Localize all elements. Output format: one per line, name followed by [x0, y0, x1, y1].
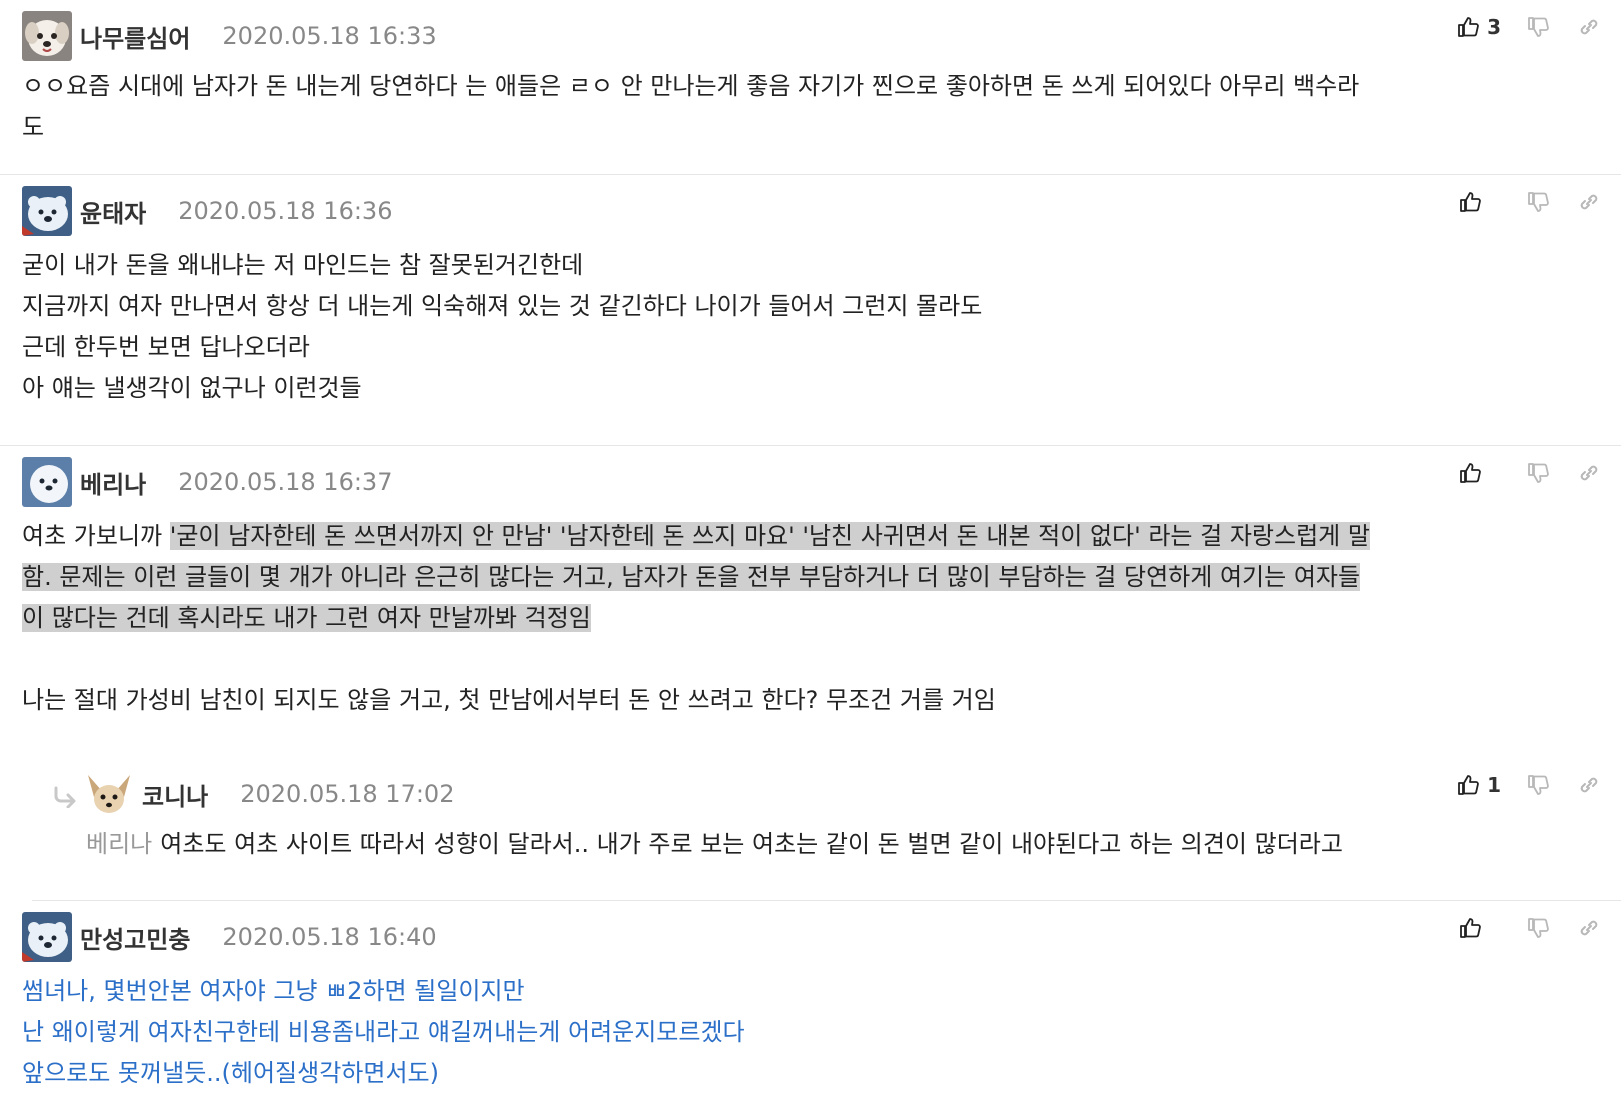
link-icon	[1580, 465, 1598, 481]
comment-line: 지금까지 여자 만나면서 항상 더 내는게 익숙해져 있는 것 같긴하다 나이가…	[22, 292, 983, 320]
comment: 만성고민충 2020.05.18 16:40 썸녀나, 몇번안본 여자야 그냥 …	[0, 901, 1621, 1111]
polar-bear-avatar-icon	[22, 912, 72, 962]
polar-bear-avatar-icon	[22, 186, 72, 236]
thumbs-up-icon	[1460, 463, 1481, 483]
like-button[interactable]	[1459, 916, 1501, 940]
dislike-button[interactable]	[1527, 773, 1551, 797]
reply-arrow-icon	[52, 786, 78, 812]
thumbs-up-icon	[1460, 192, 1481, 212]
comment-header: 나무를심어 2020.05.18 16:33	[22, 10, 437, 62]
link-button[interactable]	[1577, 461, 1601, 485]
thumbs-down-icon	[1528, 17, 1549, 37]
dislike-button[interactable]	[1527, 15, 1551, 39]
comment-body: 썸녀나, 몇번안본 여자야 그냥 ㅃ2하면 될일이지만 난 왜이렇게 여자친구한…	[22, 971, 1601, 1094]
comment-body: 굳이 내가 돈을 왜내냐는 저 마인드는 참 잘못된거긴한데 지금까지 여자 만…	[22, 245, 1601, 409]
mention-tag[interactable]: 베리나	[86, 830, 152, 858]
comment-header: 코니나 2020.05.18 17:02	[84, 768, 454, 820]
chihuahua-avatar-icon	[84, 769, 134, 819]
comment: 베리나 2020.05.18 16:37 여초 가보니까 '굳이 남자한테 돈 …	[0, 446, 1621, 758]
highlighted-text: 함. 문제는 이런 글들이 몇 개가 아니라 은근히 많다는 거고, 남자가 돈…	[22, 563, 1361, 591]
dislike-button[interactable]	[1527, 916, 1551, 940]
author-name[interactable]: 베리나	[80, 465, 146, 500]
comment-line: 썸녀나, 몇번안본 여자야 그냥 ㅃ2하면 될일이지만	[22, 977, 525, 1005]
comment-thread: 나무를심어 2020.05.18 16:33 3 ㅇㅇ요즘 시대에 남자가 돈 …	[0, 0, 1621, 1111]
reply-text: 여초도 여초 사이트 따라서 성향이 달라서.. 내가 주로 보는 여초는 같이…	[160, 830, 1343, 858]
comment-line: 앞으로도 못꺼낼듯..(헤어질생각하면서도)	[22, 1059, 439, 1087]
avatar[interactable]	[22, 186, 72, 236]
thumbs-down-icon	[1528, 463, 1549, 483]
thumbs-down-icon	[1528, 192, 1549, 212]
avatar[interactable]	[84, 769, 134, 819]
comment-header: 만성고민충 2020.05.18 16:40	[22, 911, 437, 963]
comment-line: 아 얘는 낼생각이 없구나 이런것들	[22, 374, 362, 402]
link-button[interactable]	[1577, 15, 1601, 39]
comment-body: 베리나 여초도 여초 사이트 따라서 성향이 달라서.. 내가 주로 보는 여초는…	[86, 824, 1601, 865]
dislike-button[interactable]	[1527, 461, 1551, 485]
avatar[interactable]	[22, 457, 72, 507]
author-name[interactable]: 윤태자	[80, 194, 146, 229]
thumbs-up-icon	[1458, 775, 1479, 795]
comment: 나무를심어 2020.05.18 16:33 3 ㅇㅇ요즘 시대에 남자가 돈 …	[0, 0, 1621, 175]
comment-line: 이 많다는 건데 혹시라도 내가 그런 여자 만날까봐 걱정임	[22, 598, 1601, 639]
comment-date: 2020.05.18 16:36	[178, 197, 393, 225]
thumbs-down-icon	[1528, 918, 1549, 938]
comment-actions	[1433, 913, 1601, 943]
comment-line: 난 왜이렇게 여자친구한테 비용좀내라고 얘길꺼내는게 어려운지모르겠다	[22, 1018, 745, 1046]
comment-body: ㅇㅇ요즘 시대에 남자가 돈 내는게 당연하다 는 애들은 ㄹㅇ 안 만나는게 …	[22, 66, 1601, 148]
comment-line: 근데 한두번 보면 답나오더라	[22, 333, 310, 361]
link-icon	[1580, 920, 1598, 936]
comment-line: 도	[22, 113, 45, 141]
comment-line: ㅇㅇ요즘 시대에 남자가 돈 내는게 당연하다 는 애들은 ㄹㅇ 안 만나는게 …	[22, 72, 1360, 100]
white-dog-avatar-icon	[22, 457, 72, 507]
like-count: 3	[1487, 15, 1501, 39]
comment-line: 굳이 내가 돈을 왜내냐는 저 마인드는 참 잘못된거긴한데	[22, 251, 584, 279]
link-icon	[1580, 777, 1598, 793]
avatar[interactable]	[22, 11, 72, 61]
like-button[interactable]	[1459, 190, 1501, 214]
comment-body: 여초 가보니까 '굳이 남자한테 돈 쓰면서까지 안 만남' '남자한테 돈 쓰…	[22, 516, 1601, 721]
author-name[interactable]: 코니나	[142, 777, 208, 812]
link-icon	[1580, 194, 1598, 210]
link-button[interactable]	[1577, 773, 1601, 797]
like-button[interactable]: 3	[1457, 15, 1501, 39]
comment-date: 2020.05.18 16:37	[178, 468, 393, 496]
like-count: 1	[1487, 773, 1501, 797]
comment-actions: 3	[1431, 12, 1601, 42]
comment-date: 2020.05.18 16:33	[222, 22, 437, 50]
dislike-button[interactable]	[1527, 190, 1551, 214]
thumbs-up-icon	[1458, 17, 1479, 37]
comment-actions	[1433, 458, 1601, 488]
comment-line: 나는 절대 가성비 남친이 되지도 않을 거고, 첫 만남에서부터 돈 안 쓰려…	[22, 686, 996, 714]
author-name[interactable]: 나무를심어	[80, 19, 190, 54]
comment-header: 베리나 2020.05.18 16:37	[22, 456, 392, 508]
like-button[interactable]: 1	[1457, 773, 1501, 797]
avatar[interactable]	[22, 912, 72, 962]
plain-text: 여초 가보니까	[22, 522, 170, 550]
reply-comment: 코니나 2020.05.18 17:02 1 베리나 여초도 여초 사이트 따라서…	[32, 758, 1621, 901]
comment-date: 2020.05.18 17:02	[240, 780, 455, 808]
link-button[interactable]	[1577, 190, 1601, 214]
comment: 윤태자 2020.05.18 16:36 굳이 내가 돈을 왜내냐는 저 마인드…	[0, 175, 1621, 446]
comment-actions	[1433, 187, 1601, 217]
puppy-avatar-icon	[22, 11, 72, 61]
comment-date: 2020.05.18 16:40	[222, 923, 437, 951]
thumbs-down-icon	[1528, 775, 1549, 795]
highlighted-text: '굳이 남자한테 돈 쓰면서까지 안 만남' '남자한테 돈 쓰지 마요' '남…	[169, 522, 1370, 550]
comment-header: 윤태자 2020.05.18 16:36	[22, 185, 392, 237]
thumbs-up-icon	[1460, 918, 1481, 938]
comment-line: 여초 가보니까 '굳이 남자한테 돈 쓰면서까지 안 만남' '남자한테 돈 쓰…	[22, 516, 1601, 557]
comment-actions: 1	[1431, 770, 1601, 800]
link-icon	[1580, 19, 1598, 35]
highlighted-text: 이 많다는 건데 혹시라도 내가 그런 여자 만날까봐 걱정임	[22, 604, 591, 632]
like-button[interactable]	[1459, 461, 1501, 485]
author-name[interactable]: 만성고민충	[80, 920, 190, 955]
link-button[interactable]	[1577, 916, 1601, 940]
comment-line: 함. 문제는 이런 글들이 몇 개가 아니라 은근히 많다는 거고, 남자가 돈…	[22, 557, 1601, 598]
